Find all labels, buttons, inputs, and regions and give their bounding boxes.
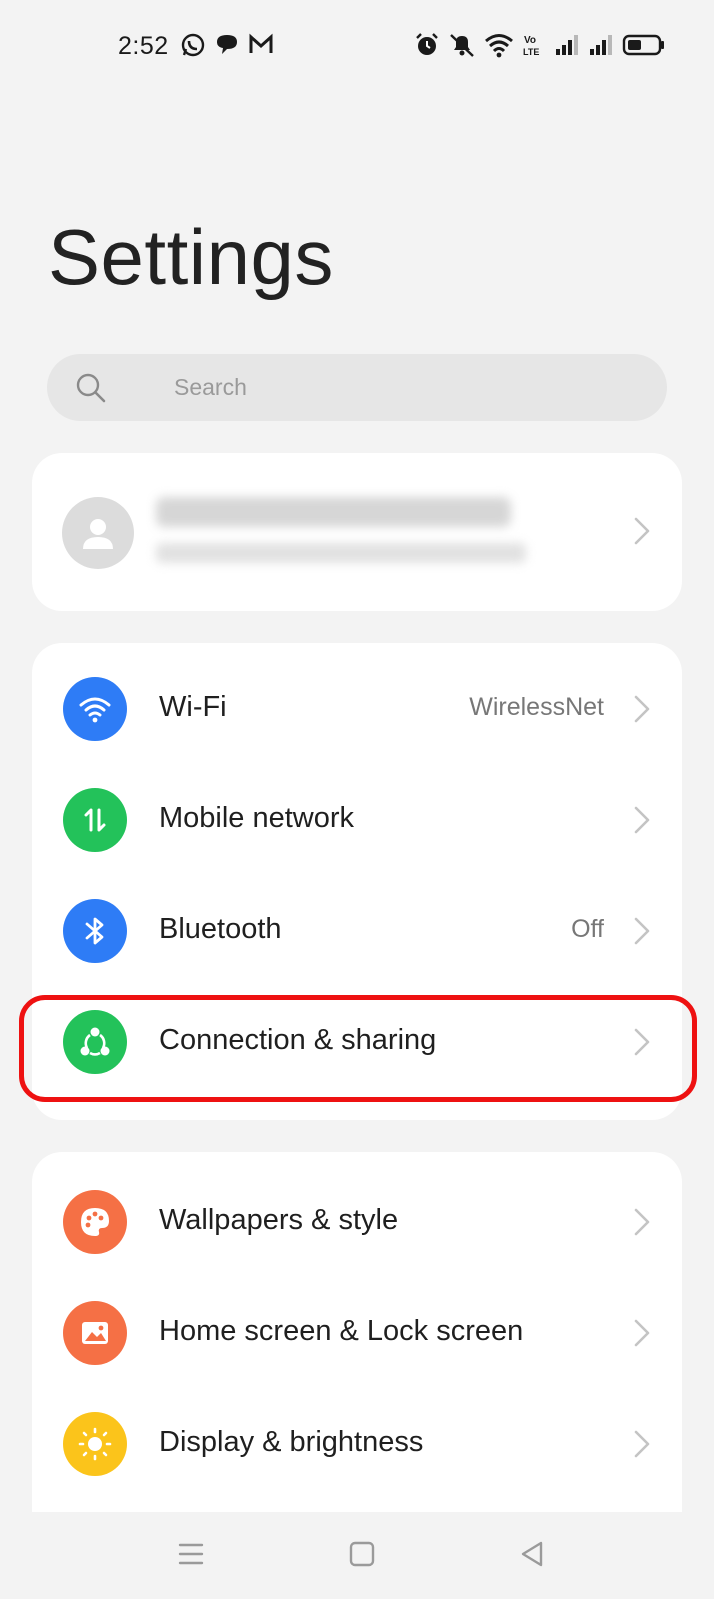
display-brightness-label: Display & brightness [159, 1426, 424, 1458]
account-name-blurred [156, 497, 511, 527]
connectivity-section: Wi-Fi WirelessNet Mobile network Bluetoo… [32, 643, 682, 1120]
status-bar: 2:52 Vo LTE [0, 28, 714, 64]
chevron-right-icon [634, 806, 650, 834]
search-icon [76, 373, 106, 403]
wifi-icon [63, 677, 127, 741]
whatsapp-icon [181, 33, 205, 57]
connection-sharing-row[interactable]: Connection & sharing [32, 986, 682, 1097]
home-lock-screen-row[interactable]: Home screen & Lock screen [32, 1277, 682, 1388]
share-icon [63, 1010, 127, 1074]
page-title: Settings [48, 213, 334, 301]
volte-icon: Vo LTE [523, 35, 539, 57]
wifi-row[interactable]: Wi-Fi WirelessNet [32, 653, 682, 764]
svg-text:LTE: LTE [523, 47, 539, 57]
alarm-icon [416, 33, 438, 55]
mute-icon [450, 34, 474, 57]
mobile-network-label: Mobile network [159, 802, 355, 834]
palette-icon [63, 1190, 127, 1254]
avatar [62, 497, 134, 569]
search-bar[interactable]: Search [47, 354, 667, 421]
back-icon[interactable] [518, 1540, 546, 1568]
battery-icon [622, 34, 664, 56]
bluetooth-icon [63, 899, 127, 963]
wallpapers-style-row[interactable]: Wallpapers & style [32, 1166, 682, 1277]
display-brightness-row[interactable]: Display & brightness [32, 1388, 682, 1499]
account-card[interactable] [32, 453, 682, 611]
chevron-right-icon [634, 695, 650, 723]
bluetooth-label: Bluetooth [159, 913, 282, 945]
picture-icon [63, 1301, 127, 1365]
wifi-signal-icon [485, 34, 513, 58]
home-lock-screen-label: Home screen & Lock screen [159, 1315, 524, 1347]
menu-icon[interactable] [177, 1540, 205, 1568]
svg-text:Vo: Vo [524, 35, 536, 46]
sun-icon [63, 1412, 127, 1476]
status-time: 2:52 [118, 32, 169, 60]
chevron-right-icon [634, 917, 650, 945]
mobile-data-icon [63, 788, 127, 852]
home-icon[interactable] [348, 1540, 376, 1568]
bluetooth-row[interactable]: Bluetooth Off [32, 875, 682, 986]
navigation-bar [0, 1512, 714, 1599]
account-subtitle-blurred [156, 543, 526, 563]
person-icon [83, 519, 113, 549]
connection-sharing-label: Connection & sharing [159, 1024, 437, 1056]
wifi-label: Wi-Fi [159, 691, 227, 723]
search-placeholder: Search [174, 374, 247, 400]
wifi-value: WirelessNet [469, 693, 604, 721]
wallpapers-style-label: Wallpapers & style [159, 1204, 399, 1236]
chevron-right-icon [634, 1319, 650, 1347]
cell-signal-icon [590, 35, 612, 55]
bluetooth-value: Off [571, 915, 604, 943]
cell-signal-icon [556, 35, 578, 55]
chevron-right-icon [634, 1430, 650, 1458]
mobile-network-row[interactable]: Mobile network [32, 764, 682, 875]
chat-icon [217, 35, 237, 54]
chevron-right-icon [634, 1208, 650, 1236]
gmail-icon [249, 33, 273, 53]
chevron-right-icon [634, 1028, 650, 1056]
settings-screen: 2:52 Vo LTE Settings Search Wi-Fi Wirele… [0, 0, 714, 1599]
chevron-right-icon [634, 517, 650, 545]
